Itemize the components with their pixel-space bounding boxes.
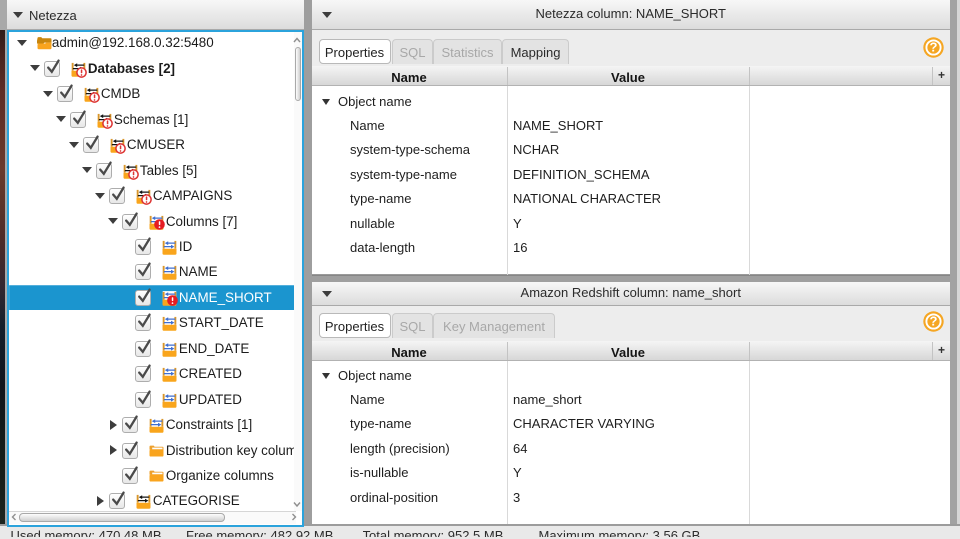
svg-text:?: ? [930,314,938,329]
svg-text:?: ? [930,40,938,55]
